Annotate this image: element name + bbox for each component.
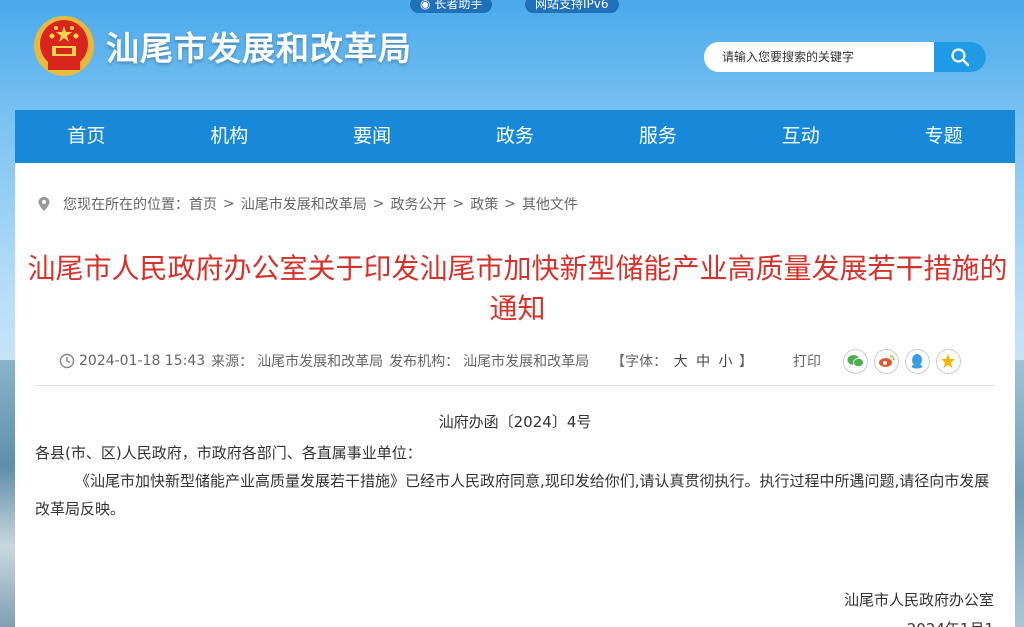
share-favorite-button[interactable] <box>935 348 961 374</box>
weibo-icon <box>878 355 895 367</box>
breadcrumb: 您现在所在的位置： 首页 > 汕尾市发展和改革局 > 政务公开 > 政策 > 其… <box>37 194 578 214</box>
article-container: 您现在所在的位置： 首页 > 汕尾市发展和改革局 > 政务公开 > 政策 > 其… <box>15 163 1015 627</box>
breadcrumb-policy[interactable]: 政策 <box>470 194 498 214</box>
search-button[interactable] <box>934 42 986 72</box>
meta-divider <box>35 385 995 386</box>
publisher-value: 汕尾市发展和改革局 <box>463 354 590 370</box>
breadcrumb-separator: > <box>504 196 516 212</box>
nav-item-news[interactable]: 要闻 <box>301 110 444 163</box>
elder-icon: ◉ <box>420 0 431 11</box>
breadcrumb-bureau[interactable]: 汕尾市发展和改革局 <box>241 194 367 214</box>
font-size-small[interactable]: 小 <box>719 354 733 370</box>
ipv6-badge: 网站支持IPv6 <box>525 0 619 13</box>
qq-icon <box>911 354 923 369</box>
main-nav: 首页 机构 要闻 政务 服务 互动 专题 <box>15 110 1015 163</box>
font-size-medium[interactable]: 中 <box>696 354 710 370</box>
signature-date: 2024年1月1 <box>907 618 994 627</box>
nav-item-government-affairs[interactable]: 政务 <box>444 110 587 163</box>
star-icon <box>941 354 956 368</box>
breadcrumb-prefix: 您现在所在的位置： <box>63 197 189 213</box>
search-input[interactable] <box>704 42 934 72</box>
search-icon <box>951 48 970 67</box>
share-weibo-button[interactable] <box>873 348 899 374</box>
site-logo[interactable]: 汕尾市发展和改革局 <box>32 14 412 78</box>
location-pin-icon <box>38 197 50 211</box>
breadcrumb-home[interactable]: 首页 <box>189 194 217 214</box>
nav-item-services[interactable]: 服务 <box>586 110 729 163</box>
clock-icon <box>59 353 75 369</box>
nav-item-home[interactable]: 首页 <box>15 110 158 163</box>
breadcrumb-separator: > <box>452 196 465 212</box>
site-title: 汕尾市发展和改革局 <box>106 29 412 68</box>
publisher-label: 发布机构： <box>389 354 460 370</box>
nav-item-organization[interactable]: 机构 <box>158 110 301 163</box>
wechat-icon <box>847 355 864 368</box>
publish-datetime: 2024-01-18 15:43 <box>79 353 206 369</box>
source-value: 汕尾市发展和改革局 <box>257 354 384 370</box>
body-paragraph: 《汕尾市加快新型储能产业高质量发展若干措施》已经市人民政府同意,现印发给你们,请… <box>35 472 990 518</box>
print-link[interactable]: 打印 <box>793 351 821 371</box>
breadcrumb-gov-affairs-open[interactable]: 政务公开 <box>390 194 446 214</box>
share-buttons <box>842 348 961 374</box>
article-title: 汕尾市人民政府办公室关于印发汕尾市加快新型储能产业高质量发展若干措施的通知 <box>27 252 1008 325</box>
nav-item-interaction[interactable]: 互动 <box>729 110 872 163</box>
breadcrumb-separator: > <box>372 196 385 212</box>
salutation: 各县(市、区)人民政府，市政府各部门、各直属事业单位： <box>35 444 422 462</box>
font-size-large[interactable]: 大 <box>674 354 688 370</box>
article-meta: 2024-01-18 15:43 来源： 汕尾市发展和改革局 发布机构： 汕尾市… <box>59 348 999 374</box>
document-number: 汕府办函〔2024〕4号 <box>438 413 592 431</box>
article-body: 各县(市、区)人民政府，市政府各部门、各直属事业单位： 《汕尾市加快新型储能产业… <box>35 439 997 523</box>
nav-item-topics[interactable]: 专题 <box>872 110 1015 163</box>
share-wechat-button[interactable] <box>842 348 868 374</box>
share-qq-button[interactable] <box>904 348 930 374</box>
elder-assist-link[interactable]: ◉ 长者助手 <box>410 0 493 13</box>
national-emblem-icon <box>34 16 94 76</box>
search-bar <box>704 42 986 72</box>
breadcrumb-separator: > <box>223 196 235 212</box>
signature: 汕尾市人民政府办公室 <box>843 591 994 609</box>
font-size-control: 【字体： 大 中 小 】 <box>611 354 753 370</box>
source-label: 来源： <box>211 354 254 370</box>
breadcrumb-other-documents[interactable]: 其他文件 <box>522 194 578 214</box>
